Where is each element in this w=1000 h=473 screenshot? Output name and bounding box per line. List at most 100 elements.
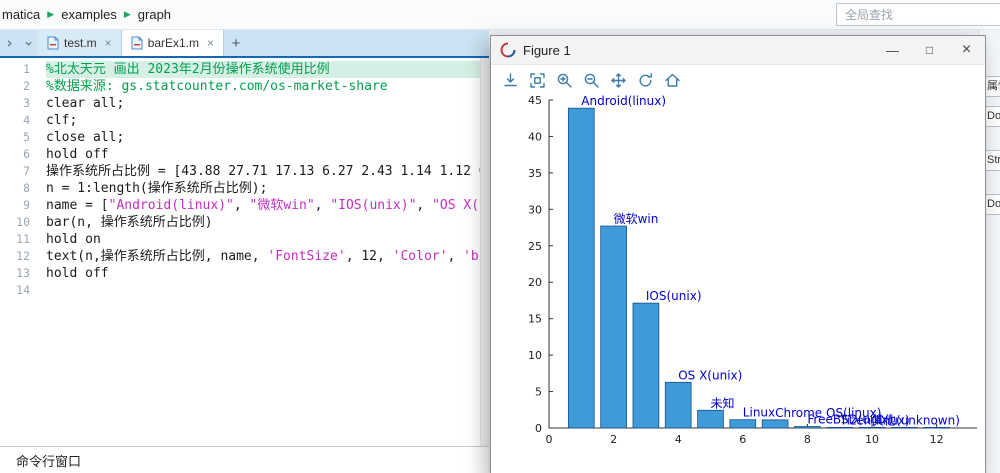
code-text: hold on bbox=[46, 231, 481, 248]
bar bbox=[568, 108, 594, 428]
code-line[interactable]: 9name = ["Android(linux)", "微软win", "IOS… bbox=[0, 197, 481, 214]
figure-window[interactable]: Figure 1 — □ × bbox=[490, 35, 986, 473]
bar-label: Linux bbox=[743, 406, 775, 420]
code-line[interactable]: 5close all; bbox=[0, 129, 481, 146]
code-line[interactable]: 13hold off bbox=[0, 265, 481, 282]
code-line[interactable]: 1%北太天元 画出 2023年2月份操作系统使用比例 bbox=[0, 61, 481, 78]
minimize-button[interactable]: — bbox=[874, 36, 911, 64]
zoom-out-button[interactable] bbox=[583, 72, 600, 89]
x-tick-label: 12 bbox=[930, 433, 944, 446]
code-text: close all; bbox=[46, 129, 481, 146]
rotate-icon bbox=[637, 72, 654, 89]
command-window-header[interactable]: 命令行窗口 bbox=[0, 446, 489, 473]
y-tick-label: 5 bbox=[535, 386, 542, 399]
export-button[interactable] bbox=[502, 72, 519, 89]
code-text bbox=[46, 282, 481, 299]
home-button[interactable] bbox=[664, 72, 681, 89]
bar-label: 其他(unknown) bbox=[872, 414, 960, 428]
zoom-in-icon bbox=[556, 72, 573, 89]
tab-label: test.m bbox=[64, 36, 97, 50]
file-icon bbox=[131, 36, 143, 50]
rotate-button[interactable] bbox=[637, 72, 654, 89]
tab-barex1-m[interactable]: barEx1.m × bbox=[122, 30, 224, 56]
breadcrumb-separator-icon: ▶ bbox=[47, 10, 54, 19]
file-icon bbox=[47, 36, 59, 50]
code-line[interactable]: 7操作系统所占比例 = [43.88 27.71 17.13 6.27 2.43… bbox=[0, 163, 481, 180]
line-number: 1 bbox=[0, 61, 46, 78]
y-tick-label: 15 bbox=[528, 313, 542, 326]
line-number: 9 bbox=[0, 197, 46, 214]
home-icon bbox=[664, 72, 681, 89]
code-text: hold off bbox=[46, 146, 481, 163]
code-text: %北太天元 画出 2023年2月份操作系统使用比例 bbox=[46, 61, 481, 78]
code-line[interactable]: 11hold on bbox=[0, 231, 481, 248]
code-lines: 1%北太天元 画出 2023年2月份操作系统使用比例2%数据来源: gs.sta… bbox=[0, 61, 481, 299]
bar-label: Android(linux) bbox=[581, 94, 666, 108]
y-tick-label: 25 bbox=[528, 240, 542, 253]
pan-icon bbox=[610, 72, 627, 89]
new-tab-button[interactable]: + bbox=[224, 30, 248, 56]
x-tick-label: 4 bbox=[675, 433, 682, 446]
code-line[interactable]: 4clf; bbox=[0, 112, 481, 129]
bar bbox=[794, 427, 820, 428]
breadcrumb-item[interactable]: examples bbox=[61, 7, 117, 22]
code-line[interactable]: 8n = 1:length(操作系统所占比例); bbox=[0, 180, 481, 197]
x-tick-label: 2 bbox=[610, 433, 617, 446]
line-number: 6 bbox=[0, 146, 46, 163]
code-text: bar(n, 操作系统所占比例) bbox=[46, 214, 481, 231]
figure-plot-area: 051015202530354045024681012Android(linux… bbox=[491, 94, 985, 473]
close-tab-icon[interactable]: × bbox=[105, 36, 112, 50]
editor-tab-bar: test.m × barEx1.m × + bbox=[0, 30, 489, 58]
code-line[interactable]: 14 bbox=[0, 282, 481, 299]
code-line[interactable]: 2%数据来源: gs.statcounter.com/os-market-sha… bbox=[0, 78, 481, 95]
bar bbox=[762, 420, 788, 428]
close-button[interactable]: × bbox=[948, 36, 985, 64]
code-text: text(n,操作系统所占比例, name, 'FontSize', 12, '… bbox=[46, 248, 481, 265]
tab-test-m[interactable]: test.m × bbox=[38, 30, 122, 56]
figure-toolbar bbox=[491, 65, 985, 95]
editor-scrollbar[interactable] bbox=[480, 58, 489, 446]
fit-to-window-button[interactable] bbox=[529, 72, 546, 89]
code-line[interactable]: 3clear all; bbox=[0, 95, 481, 112]
line-number: 8 bbox=[0, 180, 46, 197]
app-logo-icon bbox=[500, 42, 516, 58]
line-number: 2 bbox=[0, 78, 46, 95]
x-tick-label: 6 bbox=[739, 433, 746, 446]
code-editor[interactable]: 1%北太天元 画出 2023年2月份操作系统使用比例2%数据来源: gs.sta… bbox=[0, 58, 481, 446]
pan-button[interactable] bbox=[610, 72, 627, 89]
chevron-right-icon[interactable] bbox=[0, 30, 19, 56]
y-tick-label: 10 bbox=[528, 349, 542, 362]
bar-label: 微软win bbox=[614, 212, 659, 226]
line-number: 13 bbox=[0, 265, 46, 282]
code-text: clf; bbox=[46, 112, 481, 129]
zoom-in-button[interactable] bbox=[556, 72, 573, 89]
code-text: name = ["Android(linux)", "微软win", "IOS(… bbox=[46, 197, 481, 214]
bar-label: IOS(unix) bbox=[646, 289, 702, 303]
code-text: n = 1:length(操作系统所占比例); bbox=[46, 180, 481, 197]
chevron-down-icon[interactable] bbox=[19, 30, 38, 56]
plot-canvas[interactable]: 051015202530354045024681012Android(linux… bbox=[491, 94, 985, 473]
maximize-button[interactable]: □ bbox=[911, 36, 948, 64]
bar bbox=[665, 382, 691, 428]
bar bbox=[601, 226, 627, 428]
code-line[interactable]: 6hold off bbox=[0, 146, 481, 163]
breadcrumb-item[interactable]: matica bbox=[2, 7, 40, 22]
figure-titlebar[interactable]: Figure 1 — □ × bbox=[491, 36, 985, 65]
code-line[interactable]: 12text(n,操作系统所占比例, name, 'FontSize', 12,… bbox=[0, 248, 481, 265]
x-tick-label: 8 bbox=[804, 433, 811, 446]
command-window-title: 命令行窗口 bbox=[16, 451, 81, 470]
x-tick-label: 10 bbox=[865, 433, 879, 446]
y-tick-label: 30 bbox=[528, 203, 542, 216]
close-tab-icon[interactable]: × bbox=[207, 36, 214, 50]
y-tick-label: 45 bbox=[528, 94, 542, 107]
editor-pane: test.m × barEx1.m × + 1%北太天元 画出 2023年2月份… bbox=[0, 30, 489, 473]
fit-icon bbox=[529, 72, 546, 89]
code-line[interactable]: 10bar(n, 操作系统所占比例) bbox=[0, 214, 481, 231]
global-search-input[interactable] bbox=[836, 3, 1000, 26]
line-number: 10 bbox=[0, 214, 46, 231]
code-text: hold off bbox=[46, 265, 481, 282]
figure-title: Figure 1 bbox=[523, 43, 571, 58]
bar-label: 未知 bbox=[711, 396, 735, 410]
breadcrumb-item[interactable]: graph bbox=[138, 7, 171, 22]
code-text: 操作系统所占比例 = [43.88 27.71 17.13 6.27 2.43 … bbox=[46, 163, 481, 180]
